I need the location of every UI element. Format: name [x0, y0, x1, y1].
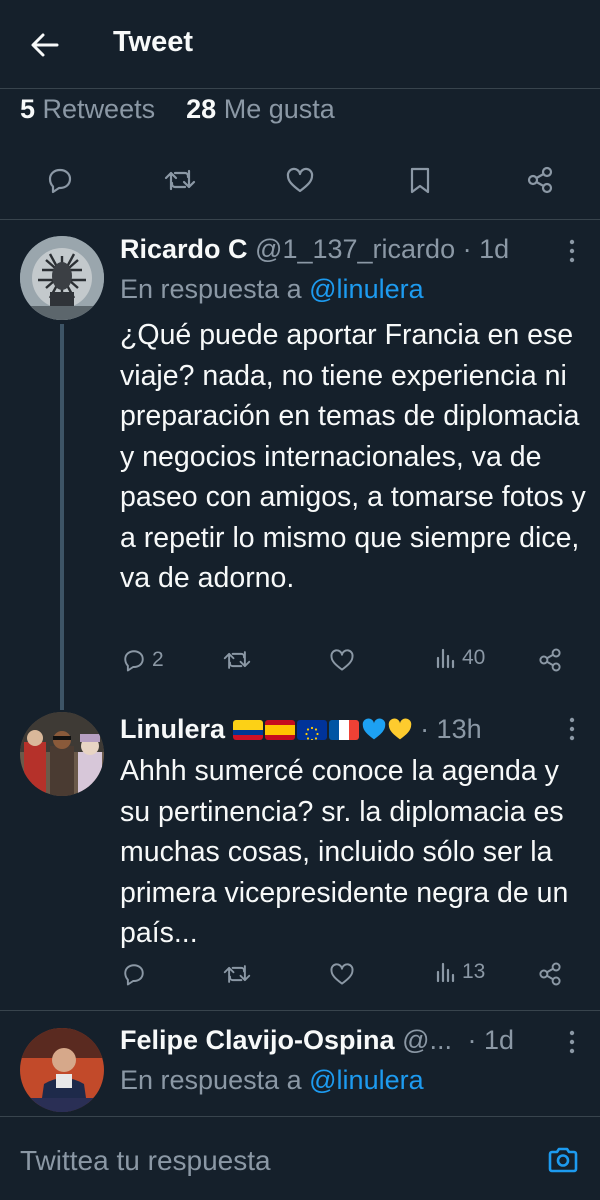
retweet-button[interactable] [160, 160, 200, 200]
retweet-icon [223, 651, 251, 669]
likes-label[interactable]: Me gusta [224, 94, 335, 124]
avatar[interactable] [20, 712, 104, 796]
heart-icon [286, 167, 314, 193]
tweet-actions: 13 [120, 960, 580, 994]
share-icon [539, 962, 561, 986]
avatar[interactable] [20, 1028, 104, 1112]
like-button[interactable] [328, 646, 356, 674]
more-options-icon[interactable] [566, 716, 578, 742]
flag-colombia-icon [232, 720, 263, 740]
views-button[interactable]: 40 [434, 646, 485, 670]
retweets-count[interactable]: 5 [20, 94, 35, 124]
bookmark-icon [410, 167, 430, 194]
display-name[interactable]: Linulera [120, 714, 225, 744]
top-bar: Tweet [0, 0, 600, 90]
tweet-stats: 5 Retweets 28 Me gusta [0, 88, 600, 140]
reply-tweet[interactable]: Linulera · 13h Ahhh sumercé conoce la ag… [0, 710, 600, 1010]
display-name[interactable]: Ricardo C [120, 234, 248, 264]
like-button[interactable] [280, 160, 320, 200]
handle[interactable]: @1_137_ricardo [255, 234, 455, 264]
reply-icon [124, 964, 144, 986]
reply-button[interactable]: 2 [120, 646, 164, 674]
tweet-header: Felipe Clavijo-Ospina @... · 1d [120, 1025, 514, 1056]
back-arrow-icon[interactable] [28, 28, 62, 62]
reply-prefix: En respuesta a [120, 1065, 302, 1095]
views-icon [436, 962, 455, 983]
share-icon [539, 648, 561, 672]
retweet-button[interactable] [222, 646, 252, 674]
views-icon [436, 648, 455, 669]
likes-count[interactable]: 28 [186, 94, 216, 124]
thread-line [60, 324, 64, 710]
bookmark-button[interactable] [400, 160, 440, 200]
reply-context: En respuesta a @linulera [120, 1065, 424, 1096]
retweet-button[interactable] [222, 960, 252, 988]
like-button[interactable] [328, 960, 356, 988]
reply-composer: Twittea tu respuesta [0, 1116, 600, 1200]
avatar[interactable] [20, 236, 104, 320]
reply-context: En respuesta a @linulera [120, 274, 424, 305]
tweet-header: Linulera · 13h [120, 714, 482, 745]
timestamp[interactable]: · 13h [420, 714, 482, 744]
camera-icon[interactable] [546, 1143, 580, 1177]
tweet-header: Ricardo C @1_137_ricardo · 1d [120, 234, 509, 265]
tweet-text: Ahhh sumercé conoce la agenda y su perti… [120, 755, 569, 949]
timestamp[interactable]: · 1d [468, 1025, 515, 1055]
view-count: 40 [462, 646, 486, 669]
share-button[interactable] [520, 160, 560, 200]
reply-button[interactable] [120, 960, 148, 988]
flag-eu-icon [296, 720, 327, 740]
reply-count: 2 [152, 648, 164, 671]
tweet-actions: 2 40 [120, 646, 580, 680]
retweets-label[interactable]: Retweets [43, 94, 156, 124]
page-title: Tweet [113, 26, 194, 58]
mention-link[interactable]: @linulera [309, 1065, 423, 1095]
reply-tweet[interactable]: Ricardo C @1_137_ricardo · 1d En respues… [0, 220, 600, 710]
handle[interactable]: @... [402, 1025, 452, 1055]
reply-icon [124, 650, 144, 672]
heart-icon [330, 649, 354, 671]
retweet-icon [164, 169, 196, 191]
share-button[interactable] [536, 646, 564, 674]
main-tweet-actions [0, 140, 600, 220]
views-button[interactable]: 13 [434, 960, 485, 984]
display-name[interactable]: Felipe Clavijo-Ospina [120, 1025, 395, 1055]
heart-icon [330, 963, 354, 985]
tweet-text: ¿Qué puede aportar Francia en ese viaje?… [120, 319, 586, 594]
flag-spain-icon [264, 720, 295, 740]
yellow-heart-icon [387, 717, 413, 741]
reply-icon [48, 168, 72, 194]
reply-button[interactable] [40, 160, 80, 200]
view-count: 13 [462, 960, 486, 983]
flag-france-icon [328, 720, 359, 740]
more-options-icon[interactable] [566, 1029, 578, 1055]
reply-input[interactable]: Twittea tu respuesta [20, 1145, 271, 1177]
reply-prefix: En respuesta a [120, 274, 302, 304]
share-icon [527, 166, 553, 194]
mention-link[interactable]: @linulera [309, 274, 423, 304]
timestamp[interactable]: · 1d [463, 234, 510, 264]
reply-tweet[interactable]: Felipe Clavijo-Ospina @... · 1d En respu… [0, 1011, 600, 1116]
more-options-icon[interactable] [566, 238, 578, 264]
retweet-icon [223, 965, 251, 983]
blue-heart-icon [361, 717, 387, 741]
share-button[interactable] [536, 960, 564, 988]
